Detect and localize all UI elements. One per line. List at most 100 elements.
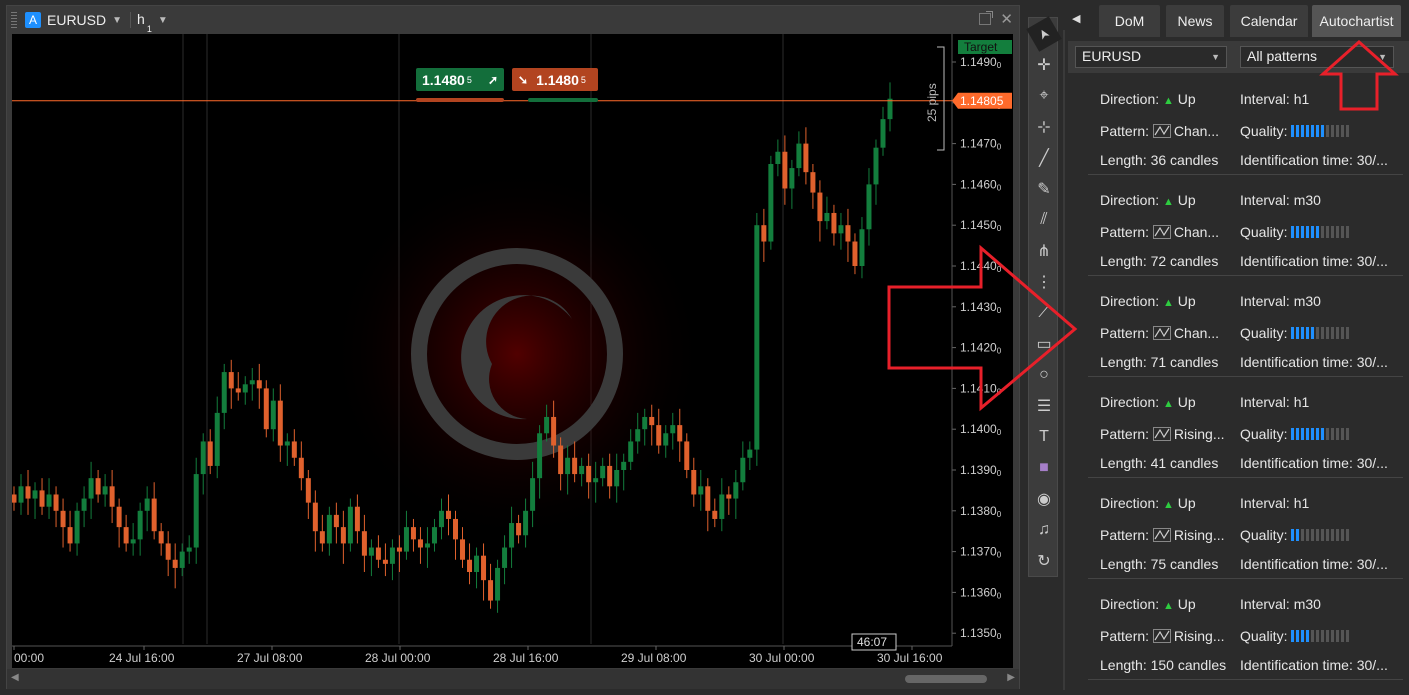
scrollbar-thumb[interactable] (905, 675, 987, 683)
tab-dom[interactable]: DoM (1099, 5, 1160, 37)
candle-bear (354, 506, 360, 532)
chevron-down-icon[interactable]: ▼ (158, 15, 168, 26)
candle-bull (642, 416, 648, 430)
fib-levels-icon[interactable]: ☰ (1031, 393, 1057, 419)
candle-bear (656, 425, 662, 446)
pointer-icon[interactable]: ➤ (1026, 16, 1062, 52)
pattern-name: Pattern: Chan... (1100, 224, 1220, 240)
channel-pattern-icon (1152, 427, 1171, 441)
horizontal-scrollbar[interactable]: ◀ ▶ (7, 669, 1019, 689)
candle-bear (488, 580, 494, 601)
candle-bull (635, 429, 641, 442)
candle-bull (600, 465, 606, 479)
candle-bear (649, 416, 655, 426)
timeframe-selector[interactable]: h1 (137, 10, 152, 35)
pattern-length: Length: 72 candles (1100, 253, 1219, 269)
channel-pattern-icon (1152, 124, 1171, 138)
pattern-card[interactable]: Direction: ▲ Up Interval: h1 Pattern: Risi… (1088, 378, 1403, 478)
chevron-down-icon[interactable]: ▼ (112, 15, 122, 26)
pattern-card[interactable]: Direction: ▲ Up Interval: h1 Pattern: Risi… (1088, 479, 1403, 579)
replay-icon[interactable]: ↻ (1031, 548, 1057, 574)
sell-button[interactable]: ➘ 1.1480 5 (512, 68, 598, 91)
candle-bear (123, 527, 129, 544)
scroll-left-icon[interactable]: ◀ (11, 672, 19, 683)
sell-price-pip: 5 (580, 74, 586, 85)
gann-fan-icon[interactable]: ⟋ (1031, 300, 1057, 326)
close-icon[interactable]: ✕ (1000, 10, 1013, 28)
time-axis-label: 30 Jul 00:00 (749, 651, 815, 665)
tab-news[interactable]: News (1166, 5, 1224, 37)
candle-bull (880, 119, 886, 148)
symbol-selector[interactable]: EURUSD (47, 12, 106, 28)
popout-icon[interactable] (979, 11, 993, 25)
fib-fan-icon[interactable]: ⫽ (1031, 207, 1057, 233)
candle-bull (214, 412, 220, 466)
pattern-name: Pattern: Chan... (1100, 123, 1220, 139)
tab-autochartist[interactable]: Autochartist (1312, 5, 1401, 37)
circle-icon[interactable]: ○ (1031, 362, 1057, 388)
candle-bull (866, 184, 872, 230)
price-axis-label: 1.13500 (960, 626, 1002, 641)
candle-bear (410, 527, 416, 540)
buy-button[interactable]: 1.1480 5 ➚ (416, 68, 504, 91)
candle-bull (81, 498, 87, 511)
drag-handle[interactable] (11, 12, 17, 28)
pattern-name: Pattern: Rising... (1100, 628, 1225, 644)
candle-bull (719, 494, 725, 519)
candle-bull (628, 441, 634, 462)
candle-bear (516, 523, 522, 536)
pattern-card[interactable]: Direction: ▲ Up Interval: h1 Pattern: Chan… (1088, 75, 1403, 175)
channel-pattern-icon (1152, 326, 1171, 340)
pattern-quality: Quality: (1240, 123, 1351, 140)
panel-divider[interactable] (1063, 30, 1065, 690)
candle-bear (95, 478, 101, 495)
candle-bear (53, 494, 59, 511)
pattern-card[interactable]: Direction: ▲ Up Interval: m30 Pattern: Cha… (1088, 277, 1403, 377)
candle-bear (25, 486, 31, 499)
pattern-list[interactable]: Direction: ▲ Up Interval: h1 Pattern: Chan… (1068, 75, 1409, 695)
pattern-length: Length: 75 candles (1100, 556, 1219, 572)
candle-bull (424, 543, 430, 548)
trend-line-icon[interactable]: ╱ (1031, 145, 1057, 171)
cross-tool-icon[interactable]: ⊹ (1031, 114, 1057, 140)
pattern-identification-time: Identification time: 30/... (1240, 253, 1388, 269)
time-axis-label: 28 Jul 16:00 (493, 651, 559, 665)
zoom-icon[interactable]: ⌖ (1031, 83, 1057, 109)
pitchfork-icon[interactable]: ⋔ (1031, 238, 1057, 264)
scroll-right-icon[interactable]: ▶ (1007, 672, 1015, 683)
candle-bear (782, 151, 788, 189)
pattern-card[interactable]: Direction: ▲ Up Interval: m30 Pattern: Ris… (1088, 580, 1403, 680)
camera-icon[interactable]: ◉ (1031, 486, 1057, 512)
direction-up-icon: ▲ (1163, 196, 1174, 208)
candle-bear (460, 539, 466, 560)
app-root: A EURUSD ▼ h1 ▼ ✕ 1.149001.148001.147001… (0, 0, 1409, 695)
pattern-name: Pattern: Rising... (1100, 527, 1225, 543)
price-axis-label: 1.14900 (960, 55, 1002, 70)
text-icon[interactable]: T (1031, 424, 1057, 450)
candle-bull (46, 494, 52, 507)
drawing-toolbar: ➤ ✛ ⌖ ⊹ ╱ ✎ ⫽ ⋔ ⋮ ⟋ ▭ ○ ☰ T ■ ◉ ♫ ↻ (1026, 16, 1062, 577)
candle-bull (102, 486, 108, 495)
candle-bear (445, 510, 451, 519)
price-axis-label: 1.14100 (960, 381, 1002, 396)
candle-bear (319, 531, 325, 544)
alert-bell-icon[interactable]: ♫ (1031, 517, 1057, 543)
collapse-panel-icon[interactable]: ◀ (1072, 12, 1080, 25)
fib-retracement-icon[interactable]: ⋮ (1031, 269, 1057, 295)
candle-bull (565, 457, 571, 475)
chart-plot-area[interactable]: 1.149001.148001.147001.146001.145001.144… (12, 34, 1013, 668)
quality-meter (1291, 225, 1351, 241)
tab-calendar[interactable]: Calendar (1230, 5, 1308, 37)
color-swatch-icon[interactable]: ■ (1031, 455, 1057, 481)
crosshair-icon[interactable]: ✛ (1031, 52, 1057, 78)
candle-bull (242, 384, 248, 393)
pencil-icon[interactable]: ✎ (1031, 176, 1057, 202)
candle-bull (186, 547, 192, 552)
rectangle-icon[interactable]: ▭ (1031, 331, 1057, 357)
pattern-select[interactable]: All patterns ▼ (1240, 46, 1394, 68)
price-axis-label: 1.14600 (960, 177, 1002, 192)
symbol-select[interactable]: EURUSD ▼ (1075, 46, 1227, 68)
timeframe-label: h (137, 10, 145, 27)
pattern-card[interactable]: Direction: ▲ Up Interval: m30 Pattern: Cha… (1088, 176, 1403, 276)
candle-bull (733, 482, 739, 499)
